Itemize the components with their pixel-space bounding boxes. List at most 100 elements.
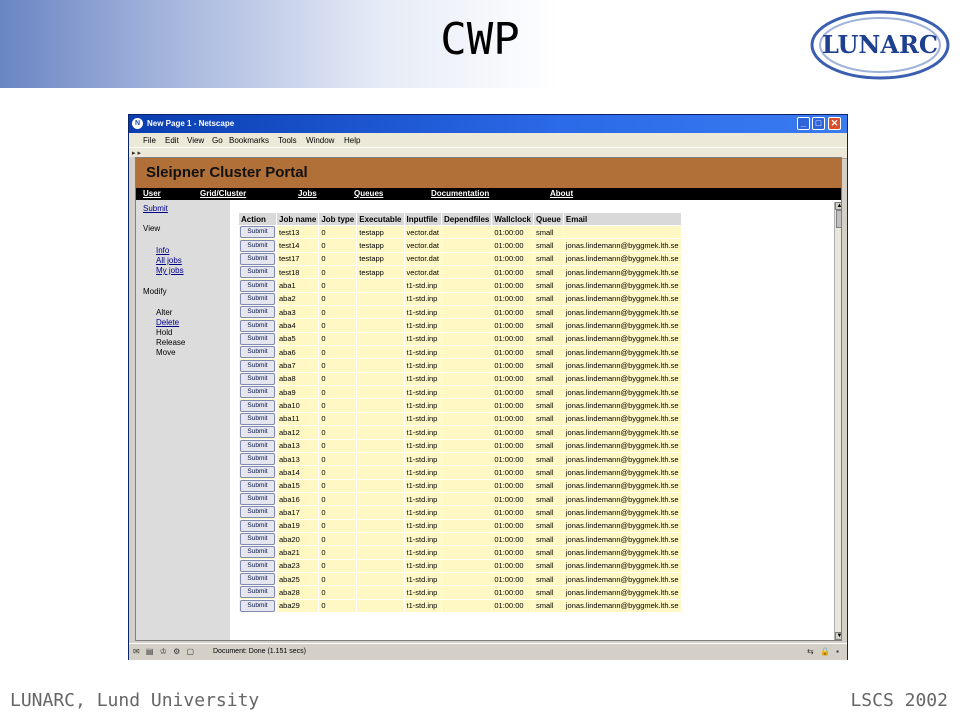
menu-bookmarks[interactable]: Bookmarks xyxy=(229,136,269,145)
window-titlebar[interactable]: N New Page 1 - Netscape _ □ ✕ xyxy=(129,115,847,133)
submit-button[interactable]: Submit xyxy=(240,546,275,559)
footer-organization: LUNARC, Lund University xyxy=(10,690,260,711)
submit-button[interactable]: Submit xyxy=(240,573,275,586)
side-hold: Hold xyxy=(156,328,173,337)
table-cell: 0 xyxy=(319,546,357,559)
table-cell: t1-std.inp xyxy=(404,306,442,319)
submit-button[interactable]: Submit xyxy=(240,439,275,452)
submit-button[interactable]: Submit xyxy=(240,426,275,439)
submit-button[interactable]: Submit xyxy=(240,479,275,492)
nav-jobs[interactable]: Jobs xyxy=(298,189,317,198)
menu-window[interactable]: Window xyxy=(306,136,334,145)
submit-button[interactable]: Submit xyxy=(240,346,275,359)
table-cell: aba14 xyxy=(277,466,319,479)
submit-button[interactable]: Submit xyxy=(240,266,275,279)
submit-button[interactable]: Submit xyxy=(240,239,275,252)
submit-button[interactable]: Submit xyxy=(240,386,275,399)
table-cell xyxy=(357,319,404,332)
submit-button[interactable]: Submit xyxy=(240,412,275,425)
table-cell: 0 xyxy=(319,266,357,279)
table-cell xyxy=(442,319,492,332)
submit-button[interactable]: Submit xyxy=(240,332,275,345)
table-cell: aba11 xyxy=(277,412,319,426)
scroll-down-icon[interactable]: ▼ xyxy=(835,632,841,640)
table-cell: jonas.lindemann@byggmek.lth.se xyxy=(563,546,681,559)
scroll-thumb[interactable] xyxy=(836,210,841,228)
menu-tools[interactable]: Tools xyxy=(278,136,297,145)
table-cell xyxy=(357,426,404,439)
table-cell: jonas.lindemann@byggmek.lth.se xyxy=(563,412,681,426)
action-cell: Submit xyxy=(239,426,276,439)
side-all-jobs-link[interactable]: All jobs xyxy=(156,256,182,265)
table-cell: 0 xyxy=(319,452,357,466)
submit-button[interactable]: Submit xyxy=(240,306,275,319)
table-cell: test17 xyxy=(277,252,319,266)
menu-file[interactable]: File xyxy=(143,136,156,145)
table-cell: small xyxy=(533,466,563,479)
menu-view[interactable]: View xyxy=(187,136,204,145)
table-cell: 0 xyxy=(319,319,357,332)
close-icon[interactable]: ✕ xyxy=(828,117,841,130)
menu-go[interactable]: Go xyxy=(212,136,223,145)
submit-button[interactable]: Submit xyxy=(240,226,275,239)
nav-user[interactable]: User xyxy=(143,189,161,198)
table-cell: aba28 xyxy=(277,586,319,599)
submit-button[interactable]: Submit xyxy=(240,599,275,612)
side-my-jobs-link[interactable]: My jobs xyxy=(156,266,184,275)
table-body: Submit test13 0 testapp vector.dat 01:00:00 sm… xyxy=(239,226,681,612)
submit-button[interactable]: Submit xyxy=(240,586,275,599)
table-cell: small xyxy=(533,439,563,452)
table-cell: 01:00:00 xyxy=(492,586,533,599)
submit-button[interactable]: Submit xyxy=(240,359,275,372)
submit-button[interactable]: Submit xyxy=(240,466,275,479)
action-cell: Submit xyxy=(239,586,276,599)
minimize-icon[interactable]: _ xyxy=(797,117,810,130)
vertical-scrollbar[interactable]: ▲ ▼ xyxy=(834,202,841,640)
submit-button[interactable]: Submit xyxy=(240,372,275,385)
table-cell: t1-std.inp xyxy=(404,546,442,559)
table-cell: 0 xyxy=(319,346,357,359)
submit-button[interactable]: Submit xyxy=(240,453,275,466)
submit-button[interactable]: Submit xyxy=(240,519,275,532)
table-cell: t1-std.inp xyxy=(404,292,442,306)
submit-button[interactable]: Submit xyxy=(240,292,275,305)
window-title: New Page 1 - Netscape xyxy=(147,119,235,128)
action-cell: Submit xyxy=(239,399,276,412)
status-component-icons[interactable]: ✉ ▤ ♔ ⚙ ▢ xyxy=(133,647,196,656)
table-cell: aba9 xyxy=(277,386,319,399)
table-cell: 01:00:00 xyxy=(492,372,533,386)
table-cell: jonas.lindemann@byggmek.lth.se xyxy=(563,586,681,599)
side-info-link[interactable]: Info xyxy=(156,246,169,255)
side-submit-link[interactable]: Submit xyxy=(143,204,168,213)
submit-button[interactable]: Submit xyxy=(240,399,275,412)
table-header-row: Action Job name Job type Executable Inputfil… xyxy=(239,213,681,225)
table-cell: 0 xyxy=(319,586,357,599)
table-cell: small xyxy=(533,492,563,506)
scroll-up-icon[interactable]: ▲ xyxy=(835,202,841,210)
submit-button[interactable]: Submit xyxy=(240,559,275,572)
action-cell: Submit xyxy=(239,346,276,359)
table-cell: small xyxy=(533,479,563,492)
browser-window: N New Page 1 - Netscape _ □ ✕ File Edit … xyxy=(128,114,848,660)
submit-button[interactable]: Submit xyxy=(240,252,275,265)
table-cell xyxy=(442,479,492,492)
side-delete-link[interactable]: Delete xyxy=(156,318,179,327)
submit-button[interactable]: Submit xyxy=(240,533,275,546)
submit-button[interactable]: Submit xyxy=(240,279,275,292)
nav-queues[interactable]: Queues xyxy=(354,189,383,198)
menu-help[interactable]: Help xyxy=(344,136,360,145)
maximize-icon[interactable]: □ xyxy=(812,117,825,130)
nav-about[interactable]: About xyxy=(550,189,573,198)
table-row: Submit aba7 0 t1-std.inp 01:00:00 small jonas.… xyxy=(239,359,681,372)
submit-button[interactable]: Submit xyxy=(240,319,275,332)
submit-button[interactable]: Submit xyxy=(240,506,275,519)
submit-button[interactable]: Submit xyxy=(240,493,275,506)
nav-documentation[interactable]: Documentation xyxy=(431,189,489,198)
column-header: Email xyxy=(563,213,681,225)
nav-grid-cluster[interactable]: Grid/Cluster xyxy=(200,189,246,198)
table-cell: t1-std.inp xyxy=(404,586,442,599)
toolbar-grip-icon[interactable]: ▸ ▸ xyxy=(132,149,141,157)
table-cell xyxy=(357,359,404,372)
menu-edit[interactable]: Edit xyxy=(165,136,179,145)
table-cell: aba3 xyxy=(277,306,319,319)
